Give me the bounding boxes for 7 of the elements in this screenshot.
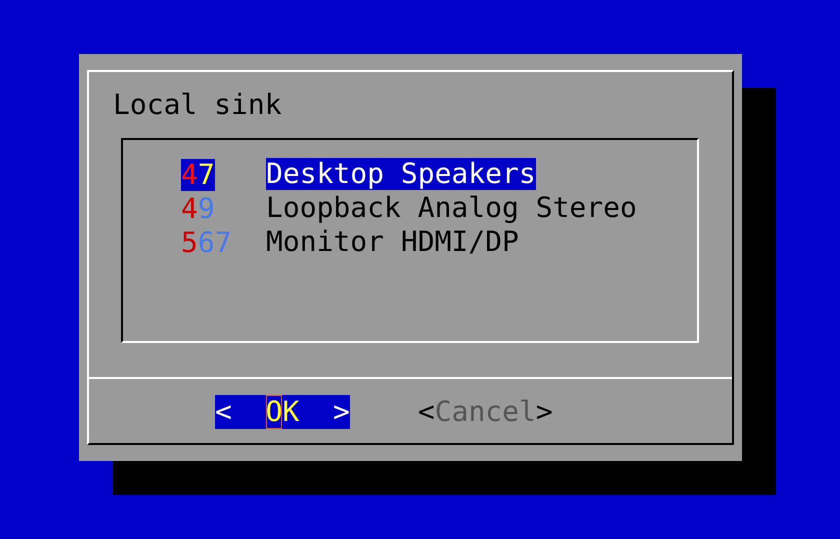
item-tag[interactable]: 47 [181,158,215,190]
dialog-title: Local sink [113,88,282,122]
menu-item[interactable]: Monitor HDMI/DP [266,226,519,258]
cancel-button[interactable]: <Cancel> [418,395,553,429]
menu-item[interactable]: Loopback Analog Stereo [266,192,637,224]
ok-button[interactable]: < OK > [215,395,350,429]
menu-item[interactable]: Desktop Speakers [266,158,536,190]
